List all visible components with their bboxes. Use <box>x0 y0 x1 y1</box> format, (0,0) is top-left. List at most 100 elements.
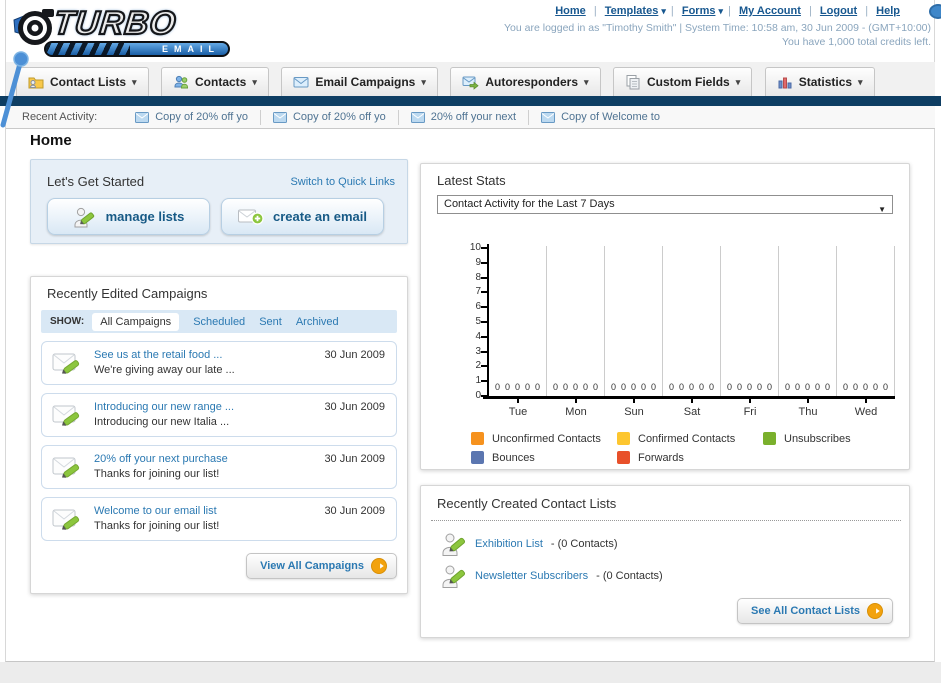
bar-value-label: 0 <box>620 382 626 392</box>
recent-activity-item[interactable]: 20% off your next <box>399 109 530 125</box>
y-axis-tick <box>481 380 487 383</box>
create-email-button[interactable]: create an email <box>221 198 384 235</box>
bar-value-label: 0 <box>804 382 810 392</box>
nav-forms-link[interactable]: Forms <box>682 5 716 17</box>
envelope-icon <box>410 111 425 123</box>
bar-value-label: 0 <box>784 382 790 392</box>
campaign-row[interactable]: Introducing our new range ... Introducin… <box>41 393 397 437</box>
view-all-campaigns-button[interactable]: View All Campaigns <box>246 553 397 579</box>
tab-custom-fields[interactable]: Custom Fields ▾ <box>613 67 753 98</box>
switch-quick-links-link[interactable]: Switch to Quick Links <box>290 176 395 188</box>
campaign-title-link[interactable]: 20% off your next purchase <box>94 453 228 465</box>
show-label: SHOW: <box>50 316 85 327</box>
chevron-down-icon: ▾ <box>584 76 589 87</box>
x-axis-day-label: Wed <box>854 406 878 418</box>
arrow-right-icon <box>371 558 387 574</box>
campaign-title-link[interactable]: Welcome to our email list <box>94 505 217 517</box>
bar-value-label: 0 <box>514 382 520 392</box>
nav-my-account-link[interactable]: My Account <box>739 5 801 17</box>
chevron-down-icon: ▾ <box>661 6 666 16</box>
bar-value-label: 0 <box>842 382 848 392</box>
contacts-people-icon <box>174 75 188 89</box>
bar-value-label: 0 <box>698 382 704 392</box>
legend-label: Forwards <box>638 451 684 464</box>
view-all-campaigns-label: View All Campaigns <box>260 560 364 572</box>
campaign-title-link[interactable]: Introducing our new range ... <box>94 401 234 413</box>
legend-label: Unsubscribes <box>784 432 851 445</box>
nav-separator: | <box>808 5 812 17</box>
envelope-plus-icon <box>238 209 264 225</box>
recent-activity-item[interactable]: Copy of 20% off yo <box>261 109 399 125</box>
recent-activity-title: 20% off your next <box>430 111 517 123</box>
filter-sent[interactable]: Sent <box>259 316 282 328</box>
bar-value-label: 0 <box>630 382 636 392</box>
nav-logout-link[interactable]: Logout <box>820 5 857 17</box>
x-axis-tick <box>865 399 867 403</box>
bar-value-label: 0 <box>726 382 732 392</box>
recent-activity-item[interactable]: Copy of Welcome to <box>529 110 672 125</box>
get-started-panel: Let's Get Started Switch to Quick Links … <box>30 159 408 244</box>
campaign-row[interactable]: See us at the retail food ... We're givi… <box>41 341 397 385</box>
x-axis-tick <box>575 399 577 403</box>
manage-lists-label: manage lists <box>105 209 185 224</box>
legend-label: Bounces <box>492 451 535 464</box>
campaign-subtitle: Thanks for joining our list! <box>94 468 220 480</box>
y-axis-tick <box>481 365 487 368</box>
contact-list-row[interactable]: Newsletter Subscribers - (0 Contacts) <box>441 562 663 590</box>
nav-home-link[interactable]: Home <box>555 5 586 17</box>
contact-list-link[interactable]: Exhibition List <box>475 538 543 550</box>
logo-title: TURBO <box>51 3 179 42</box>
filter-archived[interactable]: Archived <box>296 316 339 328</box>
recent-activity-title: Copy of 20% off yo <box>155 111 248 123</box>
chart-gridline <box>720 246 721 396</box>
campaigns-filter-bar: SHOW: All Campaigns Scheduled Sent Archi… <box>41 310 397 333</box>
nav-templates-link[interactable]: Templates <box>605 5 659 17</box>
chart-gridline <box>778 246 779 396</box>
help-bubble-icon[interactable] <box>929 4 941 19</box>
campaign-date: 30 Jun 2009 <box>324 349 385 361</box>
nav-help-link[interactable]: Help <box>876 5 900 17</box>
filter-scheduled[interactable]: Scheduled <box>193 316 245 328</box>
chevron-down-icon: ▾ <box>735 76 741 87</box>
chart-gridline <box>604 246 605 396</box>
credits-line: You have 1,000 total credits left. <box>781 36 931 48</box>
login-info: You are logged in as "Timothy Smith" | S… <box>504 21 931 49</box>
recent-activity-title: Copy of Welcome to <box>561 111 660 123</box>
filter-all-campaigns[interactable]: All Campaigns <box>92 312 180 331</box>
y-axis-tick <box>481 261 487 264</box>
page-title: Home <box>30 132 72 149</box>
y-axis-tick <box>481 395 487 397</box>
bar-chart-icon <box>778 77 792 89</box>
y-axis-tick <box>481 291 487 294</box>
arrow-right-icon <box>867 603 883 619</box>
stats-period-dropdown[interactable]: Contact Activity for the Last 7 Days ▼ <box>437 195 893 214</box>
x-axis-day-label: Thu <box>798 406 818 418</box>
campaign-row[interactable]: Welcome to our email list Thanks for joi… <box>41 497 397 541</box>
campaign-title-link[interactable]: See us at the retail food ... <box>94 349 222 361</box>
manage-lists-button[interactable]: manage lists <box>47 198 210 235</box>
bar-value-label: 0 <box>582 382 588 392</box>
legend-swatch <box>763 432 776 445</box>
navy-divider-bar <box>0 96 941 106</box>
campaign-row[interactable]: 20% off your next purchase Thanks for jo… <box>41 445 397 489</box>
see-all-contact-lists-button[interactable]: See All Contact Lists <box>736 598 893 624</box>
tab-email-campaigns[interactable]: Email Campaigns ▾ <box>281 67 438 98</box>
bar-value-label: 0 <box>862 382 868 392</box>
contact-list-link[interactable]: Newsletter Subscribers <box>475 570 588 582</box>
bar-value-label: 0 <box>562 382 568 392</box>
campaign-subtitle: Introducing our new Italia ... <box>94 416 230 428</box>
chevron-down-icon: ▾ <box>718 6 723 16</box>
get-started-title: Let's Get Started <box>47 174 145 189</box>
chevron-down-icon: ▾ <box>858 76 863 87</box>
recent-activity-item[interactable]: Copy of 20% off yo <box>123 109 261 125</box>
campaigns-title: Recently Edited Campaigns <box>47 286 208 301</box>
contact-list-row[interactable]: Exhibition List - (0 Contacts) <box>441 530 618 558</box>
tab-contacts[interactable]: Contacts ▾ <box>161 67 269 98</box>
bar-value-label: 0 <box>552 382 558 392</box>
tab-autoresponders[interactable]: Autoresponders ▾ <box>450 67 601 98</box>
tab-label: Contact Lists <box>50 75 127 89</box>
legend-item: Confirmed Contacts <box>617 429 763 448</box>
bar-value-label: 0 <box>524 382 530 392</box>
tab-statistics[interactable]: Statistics ▾ <box>764 67 875 98</box>
y-axis-tick <box>481 321 487 323</box>
